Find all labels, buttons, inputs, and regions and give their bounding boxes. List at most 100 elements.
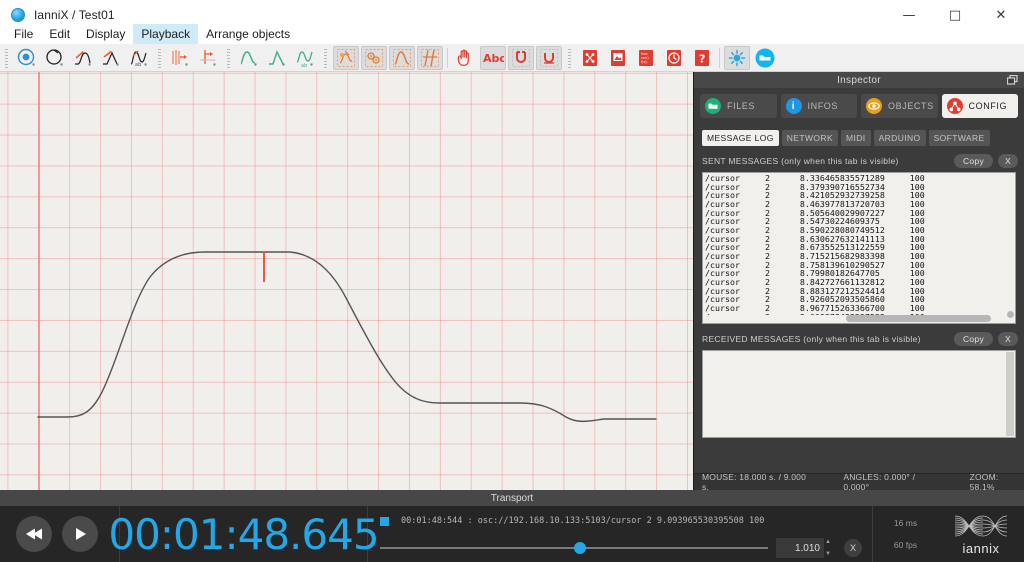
inspector-tab-objects[interactable]: OBJECTS [861,94,938,118]
trigger-point-icon[interactable] [14,46,40,70]
trigger-multi-icon[interactable] [167,46,193,70]
iannix-logo: iannix [938,506,1024,562]
menu-item-edit[interactable]: Edit [41,24,78,44]
received-copy-button[interactable]: Copy [953,332,994,346]
help-panel-icon[interactable]: ? [689,46,715,70]
framerate-label: 60 fps [893,540,918,550]
inspector-panel: Inspector FILES i INFOS OBJECTS CONFIG M… [693,72,1024,492]
rewind-button[interactable] [16,516,52,552]
received-messages-title: RECEIVED MESSAGES (only when this tab is… [702,334,921,344]
score-canvas[interactable] [0,72,693,490]
float-window-icon[interactable] [1006,74,1018,85]
inspector-title: Inspector [837,74,881,86]
status-mouse: MOUSE: 18.000 s. / 9.000 s. [702,472,807,492]
speed-down-icon: ▼ [825,551,831,557]
inspector-tab-files[interactable]: FILES [700,94,777,118]
app-icon [11,8,25,22]
message-led-icon [380,516,389,526]
svg-text:ab: ab [135,62,141,68]
transport-slider-knob[interactable] [574,542,586,554]
menu-item-file[interactable]: File [6,24,41,44]
speed-reset-button[interactable]: X [844,539,862,557]
transport-title-label: Transport [490,492,534,504]
inspector-status-bar: MOUSE: 18.000 s. / 9.000 s. ANGLES: 0.00… [694,472,1024,492]
subtab-midi[interactable]: MIDI [841,130,871,146]
magnet-object-icon[interactable] [536,45,562,70]
inspector-tab-config[interactable]: CONFIG [941,94,1018,118]
inspector-header: Inspector [694,72,1024,88]
transport-bar: 00:01:48.645 00:01:48:544 : osc://192.16… [0,506,1024,562]
subtab-arduino[interactable]: ARDUINO [873,130,926,146]
curve-text-icon[interactable]: ab [292,46,318,70]
inspector-tab-bar: FILES i INFOS OBJECTS CONFIG [694,88,1024,122]
speed-input[interactable]: 1.010 ▲ ▼ [776,538,831,558]
window-title: IanniX / Test01 [34,8,115,22]
toolbar-separator-1 [447,47,448,68]
select-cursors-icon[interactable] [417,45,443,70]
toolbar-grip-3[interactable] [225,46,233,69]
menu-item-arrange-objects[interactable]: Arrange objects [198,24,298,44]
svg-text:f(x);: f(x); [641,60,648,64]
transport-perf-stats: 16 ms 60 fps [872,506,938,562]
svg-text:Abc: Abc [483,52,504,65]
sent-horizontal-scrollbar[interactable] [704,315,1006,322]
menu-item-playback[interactable]: Playback [133,24,199,44]
select-curves-icon[interactable] [389,45,415,70]
transport-message-area: 00:01:48:544 : osc://192.168.10.133:5103… [368,506,872,562]
sent-vertical-scrollbar[interactable] [1007,174,1014,322]
iannix-logo-name: iannix [962,540,1000,556]
magnet-grid-icon[interactable] [508,45,534,70]
text-abc-icon[interactable]: Abc [480,45,506,70]
sent-messages-lines: /cursor 2 8.336465835571289 100/cursor 2… [703,173,1015,321]
curve-peak-icon[interactable] [264,46,290,70]
toolbar-grip-5[interactable] [566,46,574,69]
select-objects-icon[interactable] [333,45,359,70]
svg-text:?: ? [699,52,705,65]
sent-messages-title: SENT MESSAGES (only when this tab is vis… [702,156,899,166]
cursor-on-curve-icon[interactable] [70,46,96,70]
script-panel-icon[interactable]: func var() f(x); [633,46,659,70]
received-vertical-scrollbar[interactable] [1006,352,1014,436]
open-circle-icon[interactable] [752,46,778,70]
inspector-panel-icon[interactable] [577,46,603,70]
select-triggers-icon[interactable] [361,45,387,70]
inspector-tab-infos-label: INFOS [807,101,839,111]
sent-copy-button[interactable]: Copy [953,154,994,168]
menu-item-display[interactable]: Display [78,24,133,44]
trigger-single-icon[interactable] [195,46,221,70]
transport-panel-icon[interactable] [605,46,631,70]
subtab-software[interactable]: SOFTWARE [928,130,990,146]
transport-buttons [0,506,120,562]
cursor-text-icon[interactable]: ab [126,46,152,70]
svg-text:ab: ab [301,63,307,68]
toolbar-grip-4[interactable] [322,46,330,69]
hand-pan-icon[interactable] [452,46,478,70]
curve-arc-icon[interactable] [236,46,262,70]
speed-stepper[interactable]: ▲ ▼ [825,539,832,557]
playhead-cursor-marker[interactable] [263,252,265,282]
subtab-network[interactable]: NETWORK [781,130,839,146]
rewind-icon [26,528,42,540]
received-messages-log[interactable] [702,350,1016,438]
timer-panel-icon[interactable] [661,46,687,70]
received-clear-button[interactable]: X [998,332,1018,346]
subtab-message-log[interactable]: MESSAGE LOG [702,130,779,146]
cursor-spline-icon[interactable] [98,46,124,70]
speed-value: 1.010 [794,542,820,554]
sun-brightness-icon[interactable] [724,45,750,70]
sent-messages-log[interactable]: /cursor 2 8.336465835571289 100/cursor 2… [702,172,1016,324]
inspector-subtab-bar: MESSAGE LOG NETWORK MIDI ARDUINO SOFTWAR… [694,122,1024,152]
circle-curve-icon[interactable] [42,46,68,70]
transport-message-row: 00:01:48:544 : osc://192.168.10.133:5103… [380,516,872,526]
sent-clear-button[interactable]: X [998,154,1018,168]
info-icon: i [785,98,802,114]
transport-position-slider[interactable] [380,542,768,554]
toolbar-grip[interactable] [3,46,11,69]
toolbar-grip-2[interactable] [156,46,164,69]
transport-header: Transport [0,490,1024,506]
score-curve[interactable] [0,72,693,490]
eye-icon [866,98,882,114]
status-angles: ANGLES: 0.000° / 0.000° [843,472,916,492]
play-button[interactable] [62,516,98,552]
inspector-tab-infos[interactable]: i INFOS [780,94,857,118]
